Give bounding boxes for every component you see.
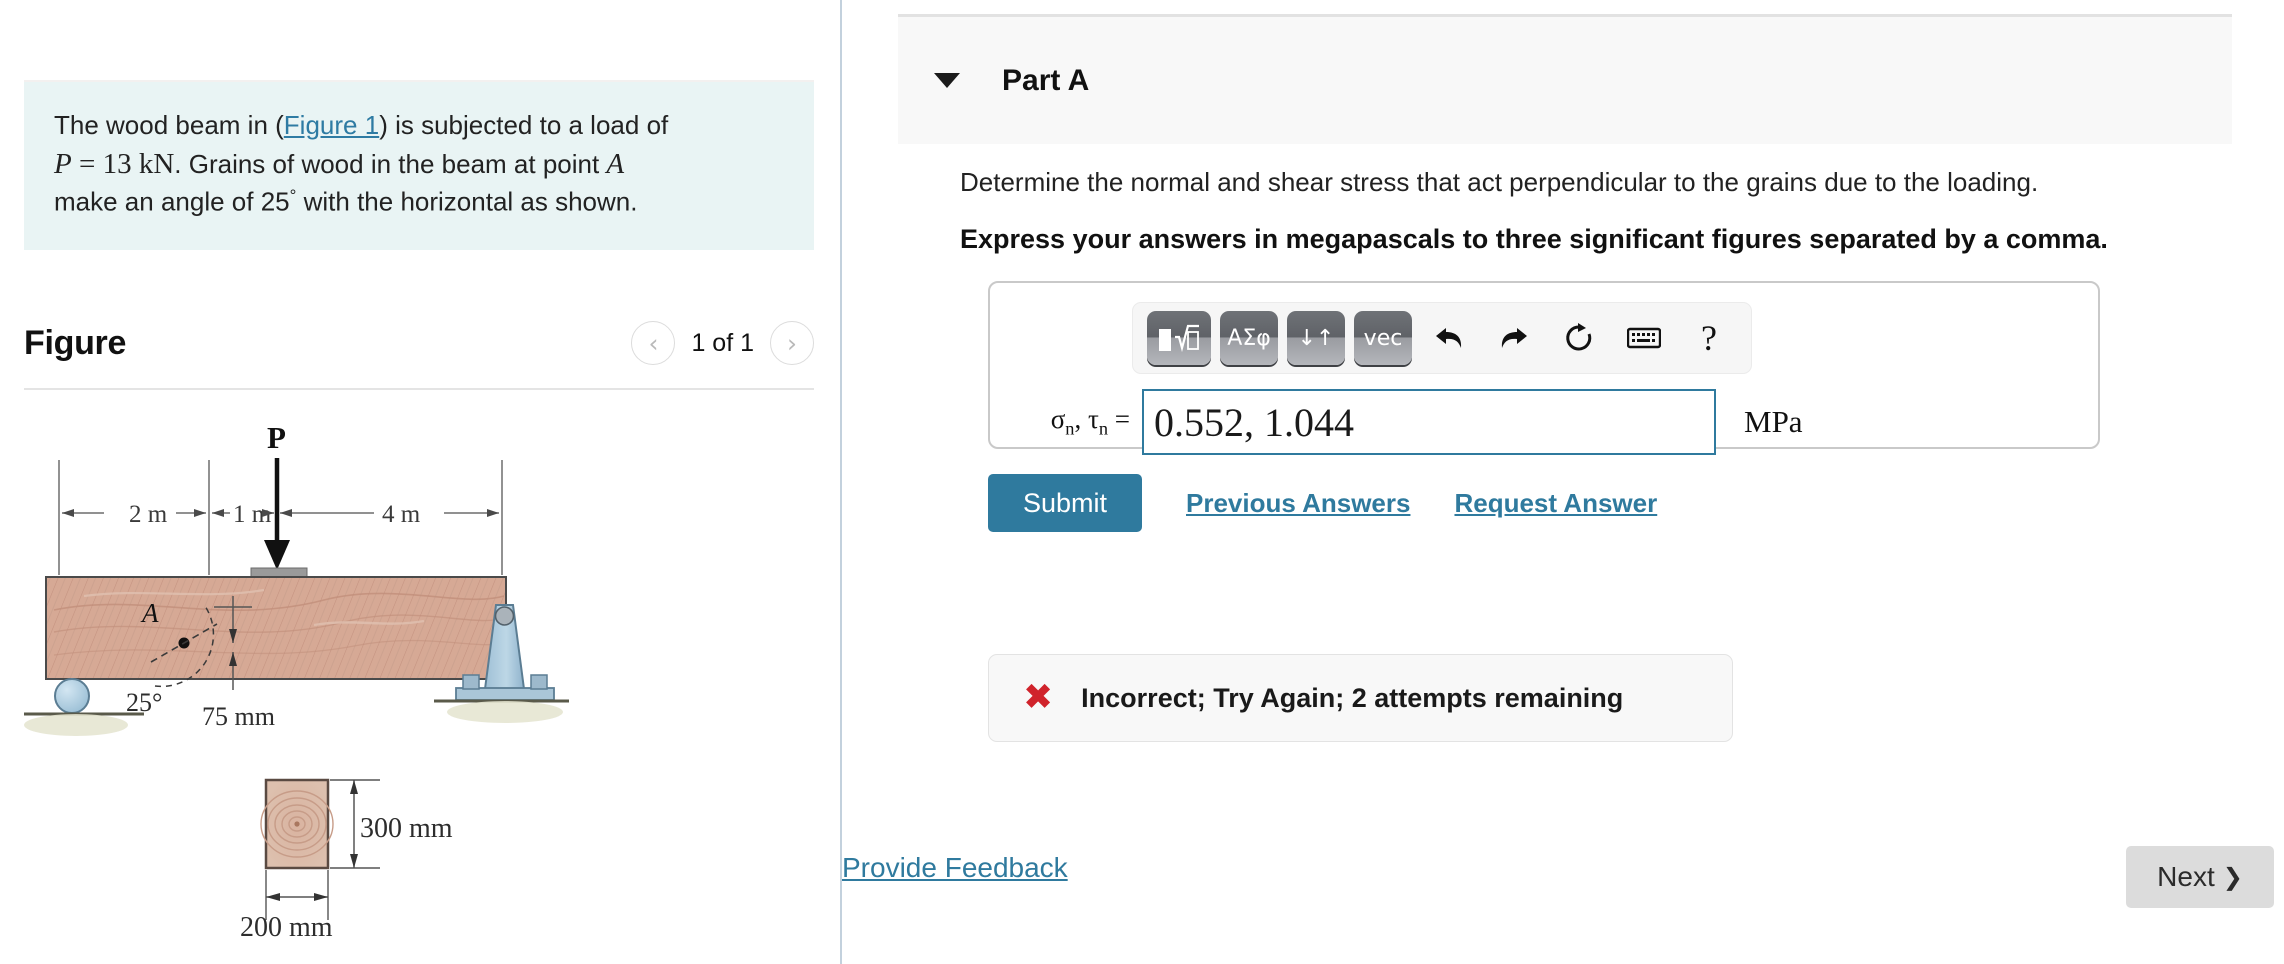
- math-template-icon[interactable]: [1147, 311, 1211, 365]
- depth-label-75mm: 75 mm: [202, 702, 275, 731]
- figure-navigation: ‹ 1 of 1 ›: [631, 321, 814, 365]
- feedback-message: Incorrect; Try Again; 2 attempts remaini…: [1081, 682, 1624, 713]
- feedback-box: ✖ Incorrect; Try Again; 2 attempts remai…: [988, 654, 1733, 742]
- caret-down-icon[interactable]: [934, 73, 960, 88]
- greek-symbols-button[interactable]: ΑΣφ: [1220, 311, 1278, 365]
- submit-button[interactable]: Submit: [988, 474, 1142, 532]
- request-answer-link[interactable]: Request Answer: [1454, 488, 1657, 519]
- action-row: Submit Previous Answers Request Answer: [988, 474, 1657, 532]
- answer-input[interactable]: [1142, 389, 1716, 455]
- question-mark-icon[interactable]: ?: [1681, 311, 1737, 365]
- answer-units-label: MPa: [1744, 404, 1803, 439]
- question-text: Determine the normal and shear stress th…: [960, 167, 2039, 197]
- figure-counter: 1 of 1: [691, 328, 754, 357]
- right-panel: Part A Determine the normal and shear st…: [842, 0, 2284, 964]
- dim-label-4m: 4 m: [382, 501, 421, 528]
- provide-feedback-link[interactable]: Provide Feedback: [842, 852, 1068, 884]
- answer-entry-container: ΑΣφ ↓↑ vec ? σn, τn = 0.552, 1.044 MPa: [988, 281, 2100, 455]
- x-mark-icon: ✖: [1023, 677, 1054, 718]
- figure-divider: [24, 388, 814, 390]
- next-button[interactable]: Next ❯: [2126, 846, 2274, 908]
- section-width-label: 200 mm: [240, 912, 333, 940]
- label-separator: ,: [1074, 404, 1088, 435]
- load-label-P: P: [267, 420, 286, 455]
- problem-line2-b: . Grains of wood in the beam at point: [174, 148, 607, 179]
- load-value: = 13 kN: [71, 147, 175, 180]
- figure-title: Figure: [24, 323, 127, 362]
- chevron-right-icon: ❯: [2222, 863, 2243, 891]
- part-a-header[interactable]: Part A: [898, 14, 2232, 144]
- figure-header: Figure ‹ 1 of 1 ›: [24, 310, 814, 376]
- equals-sign: =: [1108, 404, 1130, 435]
- section-height-label: 300 mm: [360, 813, 453, 844]
- reset-circular-arrow-icon[interactable]: [1551, 311, 1607, 365]
- updown-arrows-button[interactable]: ↓↑: [1287, 311, 1345, 365]
- load-symbol-P: P: [54, 147, 72, 180]
- answer-row: σn, τn = MPa: [990, 389, 2098, 455]
- next-button-label: Next: [2157, 861, 2215, 892]
- chevron-left-icon[interactable]: ‹: [631, 321, 676, 365]
- point-label-A: A: [140, 598, 159, 628]
- previous-answers-link[interactable]: Previous Answers: [1186, 488, 1410, 519]
- chevron-right-icon[interactable]: ›: [770, 321, 814, 365]
- problem-line3: make an angle of 25: [54, 186, 290, 217]
- point-symbol-A: A: [606, 147, 625, 180]
- math-toolbar: ΑΣφ ↓↑ vec ?: [1132, 302, 1752, 374]
- sigma-symbol: σ: [1050, 404, 1066, 435]
- roller-support: [54, 678, 90, 714]
- problem-statement-box: The wood beam in (Figure 1) is subjected…: [24, 80, 814, 251]
- part-a-label: Part A: [1002, 63, 1090, 97]
- figure-diagram[interactable]: 2 m 1 m 4 m P A 25° 75 mm 300 mm 200 mm: [24, 400, 814, 943]
- beam-diagram-svg: 2 m 1 m 4 m P A 25° 75 mm 300 mm 200 mm: [24, 420, 569, 943]
- cross-section: 300 mm 200 mm: [240, 778, 453, 943]
- problem-statement-text: The wood beam in (Figure 1) is subjected…: [54, 108, 784, 220]
- page-root: The wood beam in (Figure 1) is subjected…: [0, 0, 2284, 964]
- question-instruction: Express your answers in megapascals to t…: [960, 224, 2108, 254]
- footer-row: Provide Feedback Next ❯: [842, 846, 2284, 916]
- undo-arrow-icon[interactable]: [1421, 311, 1477, 365]
- tau-subscript: n: [1098, 418, 1109, 439]
- problem-line1-a: The wood beam in (: [54, 110, 284, 140]
- tau-symbol: τ: [1087, 404, 1099, 435]
- problem-line3-b: with the horizontal as shown.: [296, 186, 638, 217]
- vector-button[interactable]: vec: [1354, 311, 1412, 365]
- answer-variable-label: σn, τn =: [990, 404, 1142, 439]
- keyboard-icon[interactable]: [1616, 311, 1672, 365]
- dim-label-2m: 2 m: [129, 501, 168, 528]
- figure-1-link[interactable]: Figure 1: [284, 110, 379, 140]
- problem-line1-b: ) is subjected to a load of: [379, 110, 669, 140]
- redo-arrow-icon[interactable]: [1486, 311, 1542, 365]
- left-panel: The wood beam in (Figure 1) is subjected…: [0, 0, 840, 964]
